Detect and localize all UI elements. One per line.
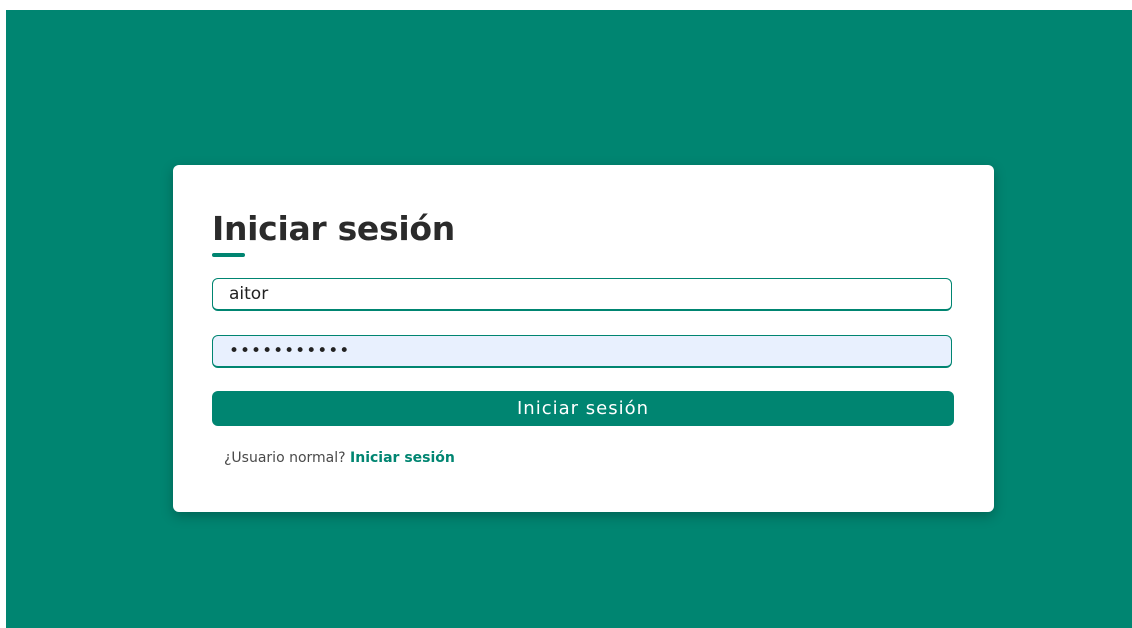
alt-login-row: ¿Usuario normal? Iniciar sesión	[224, 450, 455, 466]
normal-user-login-link[interactable]: Iniciar sesión	[350, 450, 455, 466]
password-input[interactable]	[212, 335, 952, 368]
login-card: Iniciar sesión Iniciar sesión ¿Usuario n…	[173, 165, 994, 512]
title-underline	[212, 253, 245, 257]
username-input[interactable]	[212, 278, 952, 311]
login-button[interactable]: Iniciar sesión	[212, 391, 954, 426]
alt-login-prompt: ¿Usuario normal?	[224, 450, 346, 466]
page-background: Iniciar sesión Iniciar sesión ¿Usuario n…	[6, 10, 1132, 628]
page-title: Iniciar sesión	[212, 209, 455, 248]
